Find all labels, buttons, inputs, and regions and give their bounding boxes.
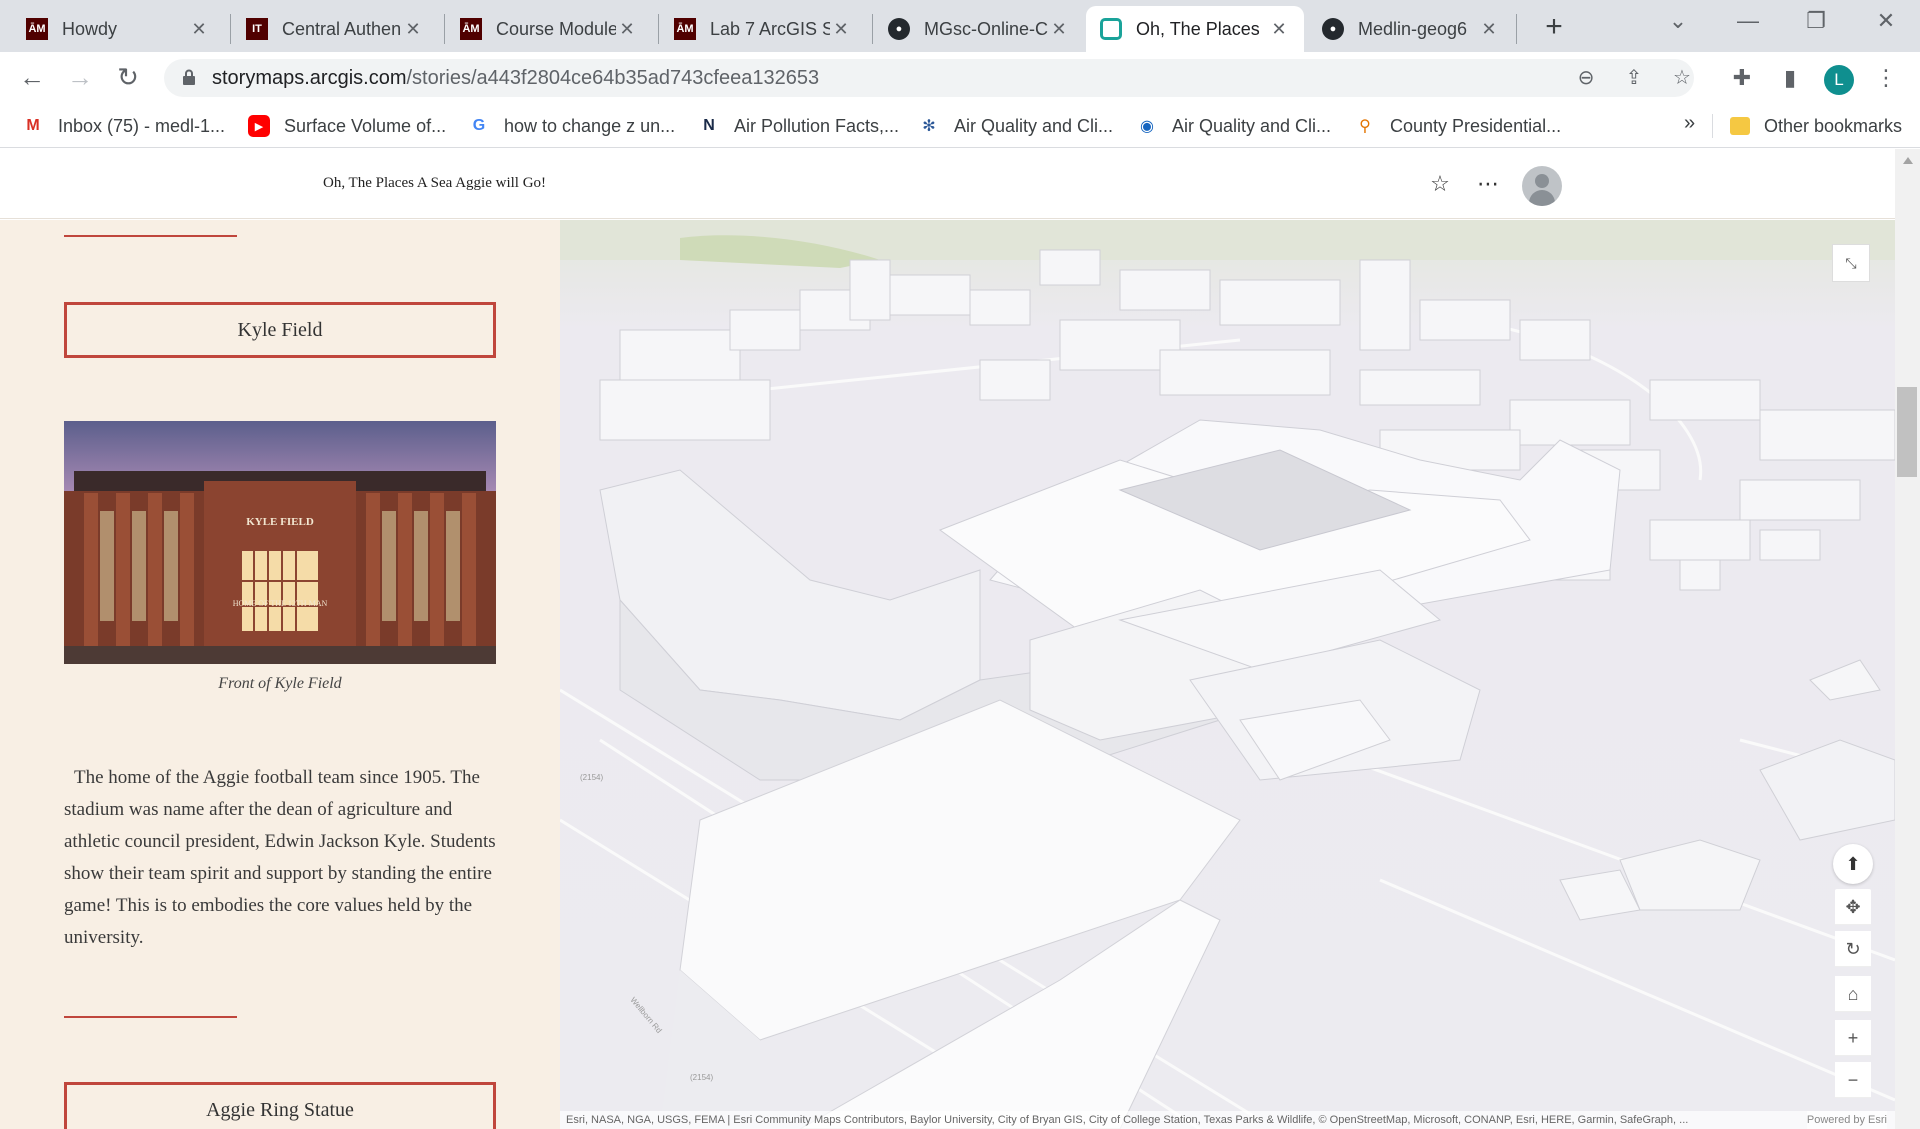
storymaps-icon (1100, 18, 1122, 40)
story-header: Oh, The Places A Sea Aggie will Go! ☆ ⋯ (0, 149, 1895, 219)
map-attribution[interactable]: Esri, NASA, NGA, USGS, FEMA | Esri Commu… (560, 1111, 1895, 1129)
section-divider (64, 235, 237, 237)
powered-by-esri[interactable]: Powered by Esri (1806, 1111, 1887, 1129)
zoom-icon[interactable]: ⊖ (1574, 67, 1598, 91)
google-icon: G (472, 117, 486, 134)
close-icon[interactable]: ✕ (188, 19, 210, 40)
bookmark-item[interactable]: ⚲ County Presidential... (1354, 112, 1561, 140)
bookmark-item[interactable]: ▶ Surface Volume of... (248, 112, 446, 140)
close-icon[interactable]: ✕ (1048, 19, 1070, 40)
tab-medlin[interactable]: ● Medlin-geog6 ✕ (1308, 6, 1514, 52)
bookmarks-bar: M Inbox (75) - medl-1... ▶ Surface Volum… (0, 104, 1920, 148)
bookmark-item[interactable]: ✻ Air Quality and Cli... (918, 112, 1113, 140)
url-text: storymaps.arcgis.com/stories/a443f2804ce… (212, 67, 820, 89)
pin-icon: ⚲ (1359, 118, 1371, 135)
bookmark-item[interactable]: G how to change z un... (468, 112, 675, 140)
avatar-body (1529, 190, 1555, 206)
globe-icon: ◉ (1140, 118, 1154, 135)
kyle-field-description: The home of the Aggie football team sinc… (64, 767, 496, 948)
share-icon[interactable]: ⇪ (1622, 67, 1646, 91)
browser-toolbar: ← → ↻ storymaps.arcgis.com/stories/a443f… (0, 52, 1920, 104)
tab-separator (230, 14, 231, 44)
kyle-field-photo[interactable]: KYLE FIELD HOME OF THE 12TH MAN (64, 421, 496, 664)
extensions-icon[interactable]: ✚ (1728, 64, 1756, 92)
forward-arrow-icon[interactable]: → (64, 62, 96, 94)
bookmark-item[interactable]: M Inbox (75) - medl-1... (22, 112, 225, 140)
tamu-icon: ĀM (674, 18, 696, 40)
tab-separator (872, 14, 873, 44)
aggie-ring-statue-heading[interactable]: Aggie Ring Statue (64, 1082, 496, 1129)
photo-sign-top: KYLE FIELD (246, 516, 314, 528)
compass-icon[interactable]: ⬆ (1833, 844, 1873, 884)
user-avatar[interactable] (1522, 166, 1562, 206)
bookmarks-overflow-button[interactable]: » (1684, 112, 1695, 135)
browser-tab-strip: ĀM Howdy ✕ IT Central Authen ✕ ĀM Course… (0, 0, 1920, 52)
bookmark-item[interactable]: ◉ Air Quality and Cli... (1136, 112, 1331, 140)
tamu-icon: ĀM (460, 18, 482, 40)
restore-icon[interactable]: ❐ (1796, 8, 1836, 34)
close-icon[interactable]: ✕ (402, 19, 424, 40)
scroll-thumb[interactable] (1897, 387, 1917, 477)
github-icon: ● (1322, 18, 1344, 40)
new-tab-button[interactable]: + (1536, 10, 1572, 46)
road-label: (2154) (690, 1073, 713, 1082)
scene-map[interactable]: (2154) (2154) Wellborn Rd ⤡ ⬆ ✥ ↻ ⌂ + − … (560, 220, 1895, 1129)
home-icon[interactable]: ⌂ (1835, 976, 1871, 1012)
back-arrow-icon[interactable]: ← (16, 62, 48, 94)
youtube-icon: ▶ (248, 115, 270, 137)
tab-search-icon[interactable]: ⌄ (1658, 8, 1698, 34)
address-bar[interactable]: storymaps.arcgis.com/stories/a443f2804ce… (164, 59, 1694, 97)
rotate-icon[interactable]: ↻ (1835, 931, 1871, 967)
menu-kebab-icon[interactable]: ⋮ (1872, 64, 1900, 92)
gmail-icon: M (26, 117, 40, 134)
it-icon: IT (246, 18, 268, 40)
tab-central-authen[interactable]: IT Central Authen ✕ (232, 6, 438, 52)
side-panel-icon[interactable]: ▮ (1776, 64, 1804, 92)
profile-avatar[interactable]: L (1824, 65, 1854, 95)
close-icon[interactable]: ✕ (830, 19, 852, 40)
zoom-in-icon[interactable]: + (1835, 1020, 1871, 1056)
folder-icon (1730, 117, 1750, 135)
lock-icon (183, 69, 195, 85)
stadium-illustration: KYLE FIELD HOME OF THE 12TH MAN (64, 471, 496, 664)
expand-map-icon[interactable]: ⤡ (1832, 244, 1870, 282)
close-icon[interactable]: ✕ (1478, 19, 1500, 40)
photo-sign-bottom: HOME OF THE 12TH MAN (233, 599, 328, 608)
narrative-panel: Kyle Field KYLE FIELD HOME OF THE 12TH M… (0, 220, 560, 1129)
tab-oh-the-places[interactable]: Oh, The Places ✕ (1086, 6, 1304, 52)
story-title: Oh, The Places A Sea Aggie will Go! (323, 175, 547, 191)
tab-separator (444, 14, 445, 44)
tab-separator (658, 14, 659, 44)
window-close-icon[interactable]: ✕ (1866, 8, 1906, 34)
kyle-field-heading[interactable]: Kyle Field (64, 302, 496, 358)
pan-icon[interactable]: ✥ (1835, 889, 1871, 925)
other-bookmarks[interactable]: Other bookmarks (1730, 112, 1902, 140)
divider (1712, 114, 1713, 138)
more-options-icon[interactable]: ⋯ (1473, 169, 1503, 199)
close-icon[interactable]: ✕ (616, 19, 638, 40)
favorite-star-icon[interactable]: ☆ (1425, 169, 1455, 199)
road-label: (2154) (580, 773, 603, 782)
section-divider (64, 1016, 237, 1018)
zoom-out-icon[interactable]: − (1835, 1062, 1871, 1098)
tab-separator (1516, 14, 1517, 44)
tab-mgsc[interactable]: ● MGsc-Online-C ✕ (874, 6, 1084, 52)
snowflake-icon: ✻ (922, 118, 936, 135)
3d-building-scene: (2154) (2154) Wellborn Rd (560, 220, 1895, 1129)
bookmark-star-icon[interactable]: ☆ (1670, 67, 1694, 91)
github-icon: ● (888, 18, 910, 40)
close-icon[interactable]: ✕ (1268, 19, 1290, 40)
photo-caption: Front of Kyle Field (218, 675, 342, 692)
tab-lab7[interactable]: ĀM Lab 7 ArcGIS S ✕ (660, 6, 866, 52)
tab-course-module[interactable]: ĀM Course Module ✕ (446, 6, 652, 52)
bookmark-item[interactable]: N Air Pollution Facts,... (698, 112, 899, 140)
tab-howdy[interactable]: ĀM Howdy ✕ (12, 6, 224, 52)
scroll-up-arrow-icon[interactable] (1903, 157, 1913, 164)
page-scrollbar[interactable] (1895, 149, 1920, 1129)
avatar-head (1535, 174, 1549, 188)
tamu-icon: ĀM (26, 18, 48, 40)
reload-icon[interactable]: ↻ (112, 62, 144, 94)
minimize-icon[interactable]: — (1728, 8, 1768, 34)
n-icon: N (703, 117, 715, 134)
